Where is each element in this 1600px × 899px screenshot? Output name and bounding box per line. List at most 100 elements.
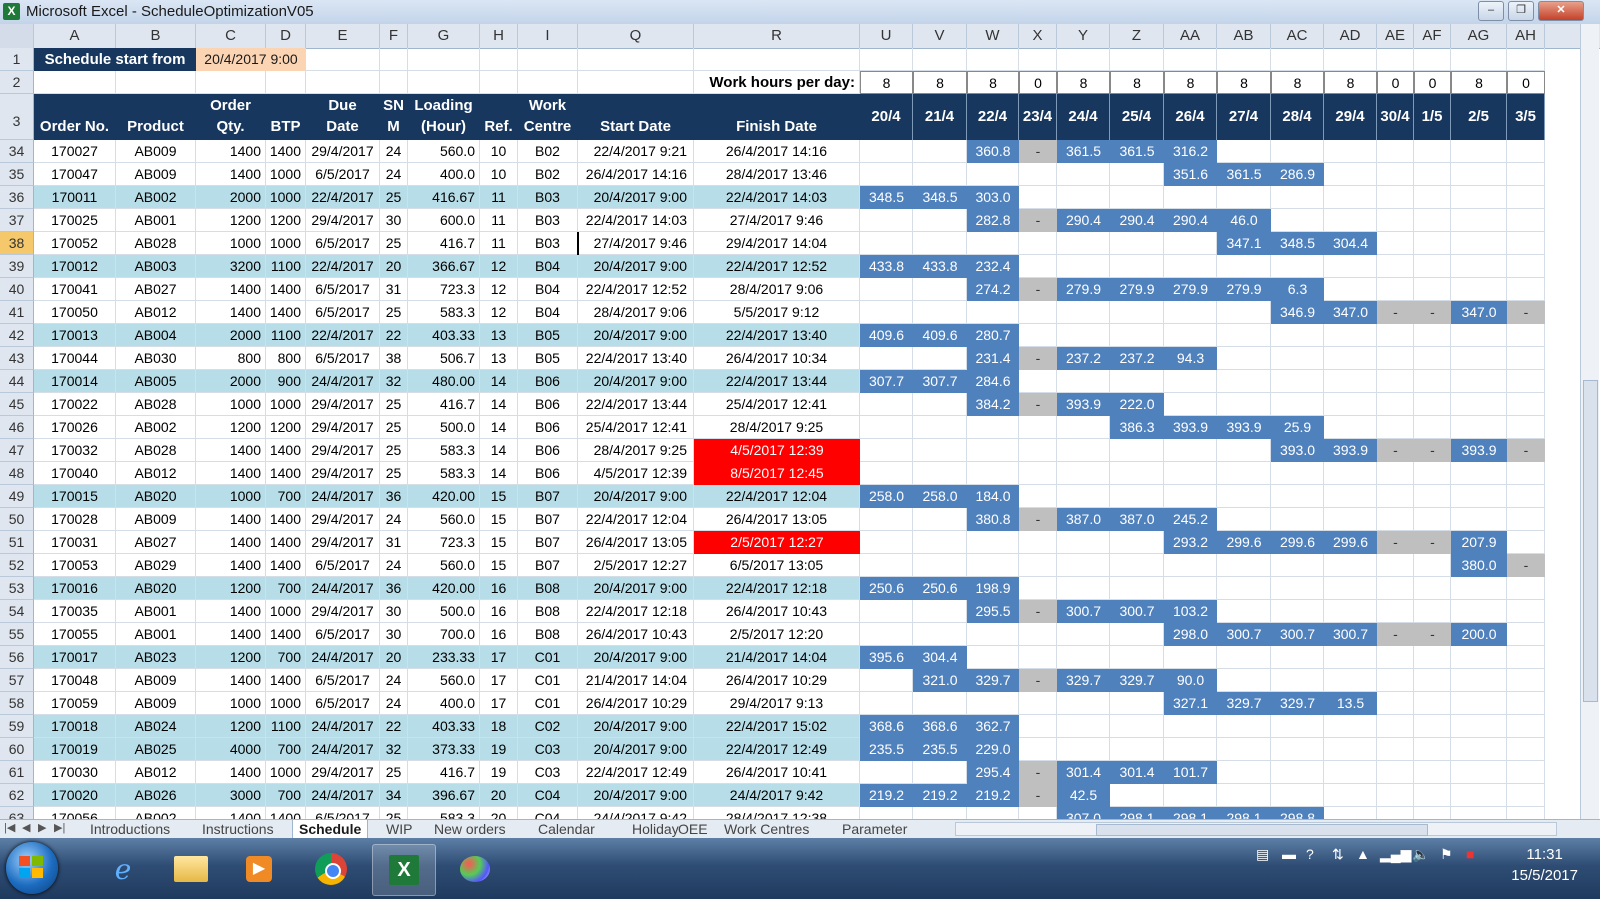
row-header[interactable]: 49 [0, 485, 34, 508]
table-cell[interactable]: 170013 [34, 324, 116, 347]
table-cell[interactable]: 26/4/2017 13:05 [578, 531, 694, 554]
table-cell[interactable]: 20/4/2017 9:00 [578, 738, 694, 761]
table-cell[interactable]: 506.7 [408, 347, 480, 370]
schedule-empty-cell[interactable] [967, 439, 1019, 462]
schedule-load-cell[interactable]: 327.1 [1164, 692, 1217, 715]
table-cell[interactable]: B03 [518, 232, 578, 255]
taskbar-clock[interactable]: 11:31 15/5/2017 [1511, 844, 1578, 886]
table-cell[interactable]: 1200 [266, 416, 306, 439]
table-cell[interactable]: 8/5/2017 12:45 [694, 462, 860, 485]
schedule-load-cell[interactable]: 380.8 [967, 508, 1019, 531]
schedule-empty-cell[interactable] [1110, 646, 1164, 669]
table-cell[interactable]: 1400 [266, 278, 306, 301]
table-cell[interactable]: 20/4/2017 9:00 [578, 186, 694, 209]
table-cell[interactable]: 583.3 [408, 301, 480, 324]
schedule-empty-cell[interactable] [1377, 554, 1414, 577]
schedule-empty-cell[interactable] [1019, 715, 1057, 738]
table-cell[interactable]: 1400 [266, 531, 306, 554]
schedule-empty-cell[interactable] [1019, 301, 1057, 324]
table-cell[interactable]: 403.33 [408, 324, 480, 347]
schedule-empty-cell[interactable] [1451, 485, 1507, 508]
schedule-empty-cell[interactable] [860, 807, 913, 819]
schedule-load-cell[interactable]: 393.9 [1451, 439, 1507, 462]
schedule-empty-cell[interactable] [1217, 462, 1271, 485]
schedule-empty-cell[interactable] [1324, 738, 1377, 761]
schedule-empty-cell[interactable] [1019, 186, 1057, 209]
row-header[interactable]: 45 [0, 393, 34, 416]
table-cell[interactable]: 26/4/2017 10:29 [578, 692, 694, 715]
schedule-empty-cell[interactable] [1451, 784, 1507, 807]
row-header[interactable]: 51 [0, 531, 34, 554]
table-cell[interactable]: 28/4/2017 9:06 [694, 278, 860, 301]
table-cell[interactable]: B08 [518, 623, 578, 646]
schedule-empty-cell[interactable] [1110, 692, 1164, 715]
schedule-empty-cell[interactable] [1217, 301, 1271, 324]
schedule-empty-cell[interactable] [1164, 186, 1217, 209]
schedule-load-cell[interactable]: 46.0 [1217, 209, 1271, 232]
schedule-empty-cell[interactable] [1217, 370, 1271, 393]
table-cell[interactable]: 2/5/2017 12:20 [694, 623, 860, 646]
table-cell[interactable]: B05 [518, 347, 578, 370]
schedule-empty-cell[interactable] [1110, 439, 1164, 462]
empty-cell[interactable] [1019, 48, 1057, 71]
table-cell[interactable]: 22/4/2017 13:40 [578, 347, 694, 370]
table-cell[interactable]: 1400 [266, 554, 306, 577]
schedule-empty-cell[interactable] [1507, 393, 1545, 416]
schedule-empty-cell[interactable] [967, 646, 1019, 669]
table-cell[interactable]: AB009 [116, 669, 196, 692]
schedule-empty-cell[interactable] [1377, 807, 1414, 819]
table-cell[interactable]: 22/4/2017 12:04 [578, 508, 694, 531]
schedule-empty-cell[interactable] [860, 600, 913, 623]
schedule-empty-cell[interactable] [1110, 784, 1164, 807]
pdf-tray-icon[interactable]: ▤ [1256, 846, 1269, 863]
vertical-scrollbar[interactable] [1580, 24, 1599, 819]
schedule-empty-cell[interactable] [860, 393, 913, 416]
schedule-empty-cell[interactable] [1217, 738, 1271, 761]
schedule-empty-cell[interactable] [1271, 324, 1324, 347]
schedule-empty-cell[interactable] [1324, 761, 1377, 784]
schedule-empty-cell[interactable] [1019, 807, 1057, 819]
schedule-empty-cell[interactable] [1110, 554, 1164, 577]
table-cell[interactable]: AB001 [116, 623, 196, 646]
schedule-empty-cell[interactable] [1324, 163, 1377, 186]
schedule-empty-cell[interactable] [967, 232, 1019, 255]
table-cell[interactable]: 170026 [34, 416, 116, 439]
table-cell[interactable]: 24 [380, 163, 408, 186]
schedule-empty-cell[interactable] [1057, 738, 1110, 761]
table-cell[interactable]: AB012 [116, 761, 196, 784]
table-cell[interactable]: AB020 [116, 485, 196, 508]
table-cell[interactable]: 583.3 [408, 807, 480, 819]
table-cell[interactable]: 24 [380, 140, 408, 163]
schedule-load-cell[interactable]: 393.0 [1271, 439, 1324, 462]
schedule-empty-cell[interactable] [860, 692, 913, 715]
schedule-empty-cell[interactable] [1377, 600, 1414, 623]
schedule-load-cell[interactable]: 360.8 [967, 140, 1019, 163]
schedule-load-cell[interactable]: 200.0 [1451, 623, 1507, 646]
table-cell[interactable]: 24 [380, 508, 408, 531]
schedule-empty-cell[interactable] [1057, 301, 1110, 324]
table-cell[interactable]: 17 [480, 646, 518, 669]
empty-cell[interactable] [380, 71, 408, 94]
empty-cell[interactable] [116, 71, 196, 94]
table-cell[interactable]: 6/5/2017 [306, 623, 380, 646]
table-cell[interactable]: 22/4/2017 12:04 [694, 485, 860, 508]
schedule-empty-cell[interactable] [967, 692, 1019, 715]
table-cell[interactable]: 1000 [266, 163, 306, 186]
schedule-empty-cell[interactable] [1414, 761, 1451, 784]
table-cell[interactable]: 22/4/2017 12:18 [578, 600, 694, 623]
schedule-empty-cell[interactable] [1451, 347, 1507, 370]
row-header[interactable]: 60 [0, 738, 34, 761]
tab-introductions[interactable]: Introductions [84, 820, 176, 838]
table-cell[interactable]: 3000 [196, 784, 266, 807]
table-cell[interactable]: 170027 [34, 140, 116, 163]
schedule-empty-cell[interactable] [1414, 324, 1451, 347]
table-cell[interactable]: 26/4/2017 10:43 [694, 600, 860, 623]
keyboard-tray-icon[interactable]: ▬ [1282, 846, 1296, 862]
schedule-empty-cell[interactable] [1217, 577, 1271, 600]
schedule-load-cell[interactable]: 235.5 [860, 738, 913, 761]
schedule-empty-cell[interactable] [1414, 692, 1451, 715]
schedule-load-cell[interactable]: 347.1 [1217, 232, 1271, 255]
schedule-empty-cell[interactable] [1414, 370, 1451, 393]
schedule-empty-cell[interactable] [1451, 807, 1507, 819]
tab-last-icon[interactable]: ▶| [54, 821, 65, 834]
